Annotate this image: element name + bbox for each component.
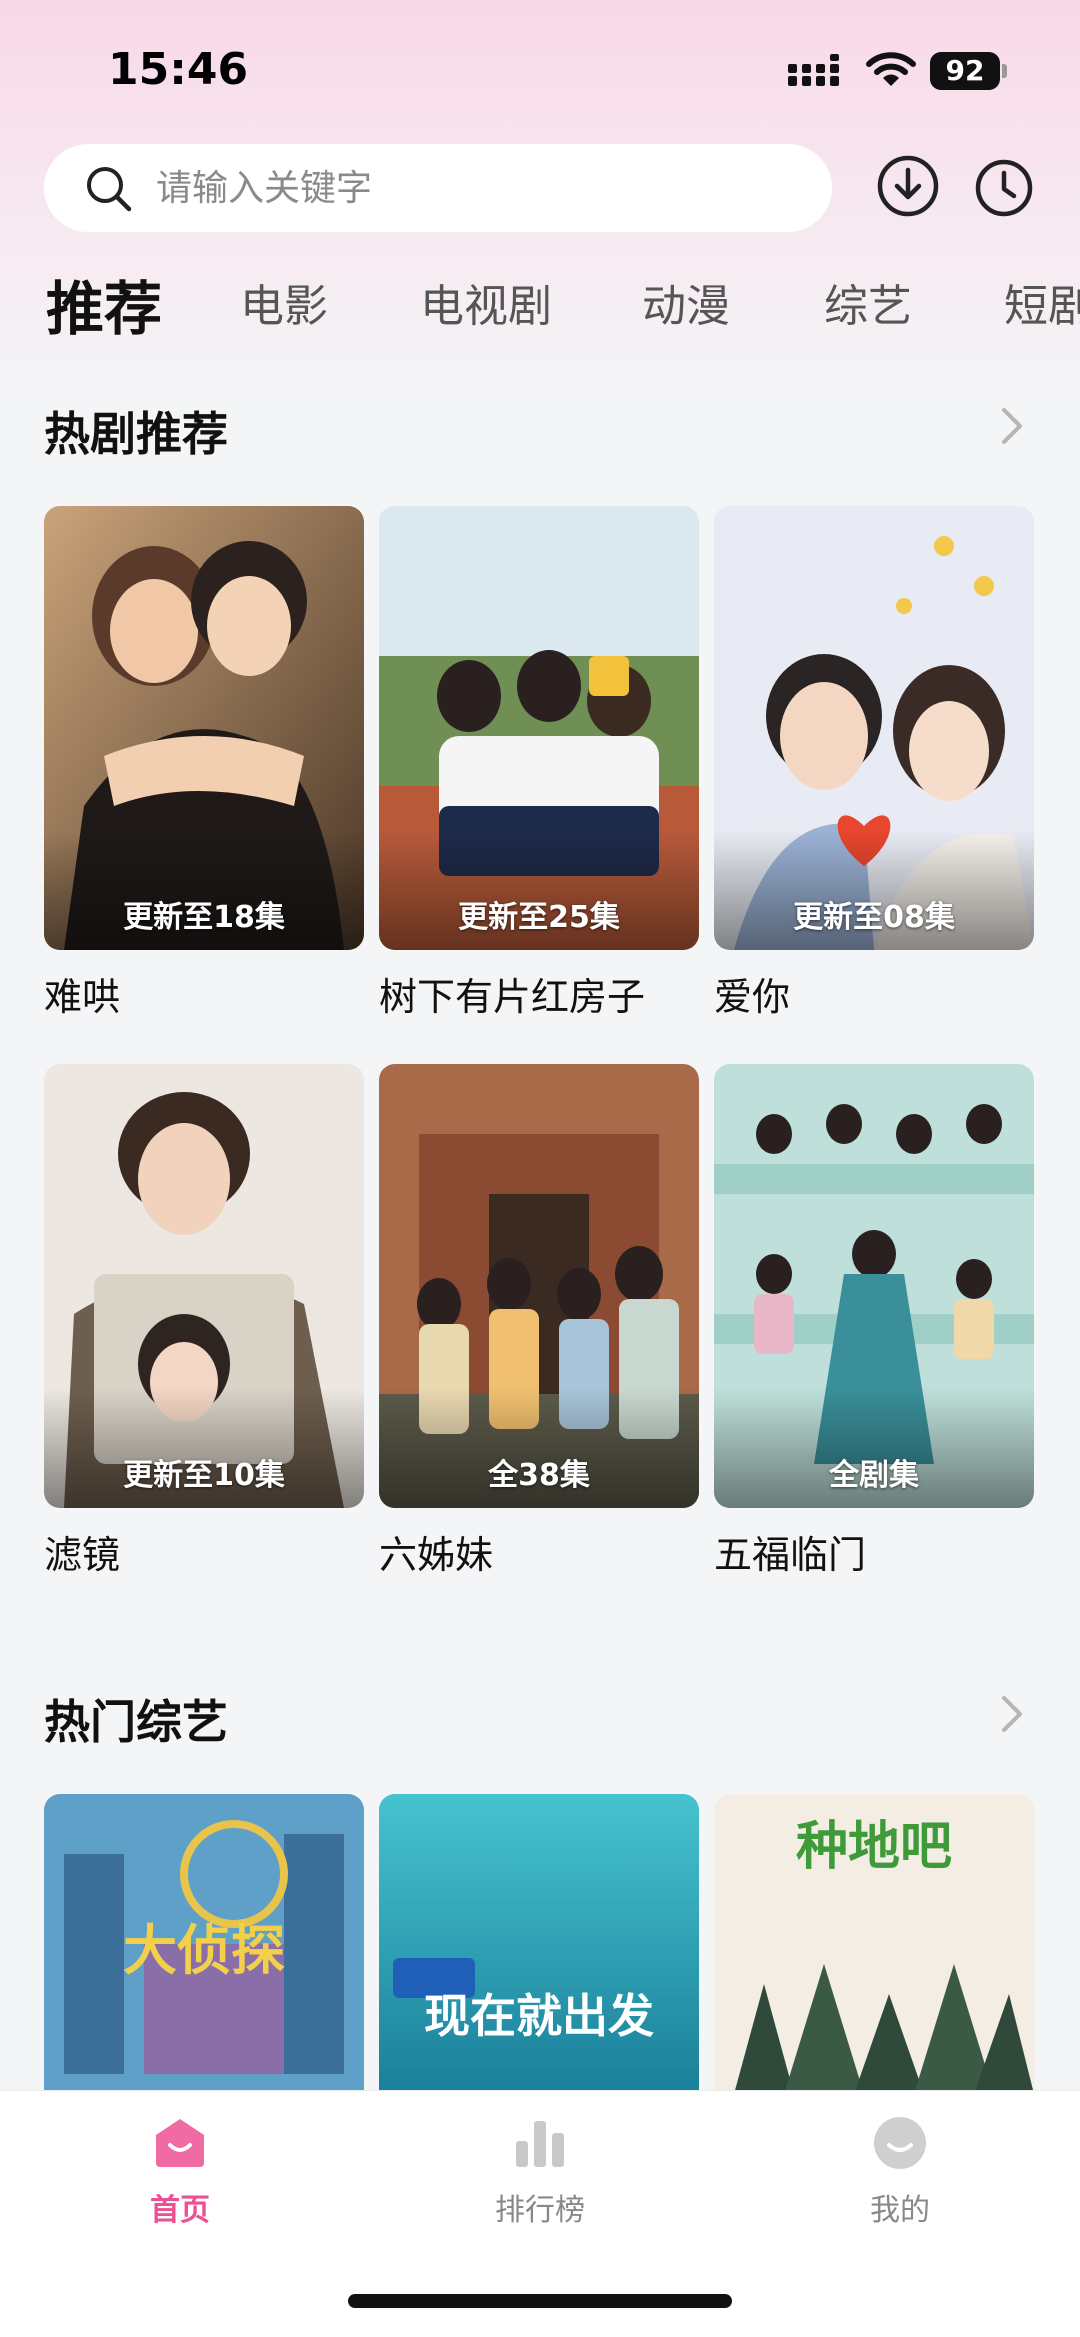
episode-badge: 更新至08集 xyxy=(793,900,955,935)
drama-title[interactable]: 五福临门 xyxy=(714,1524,1034,1579)
variety-poster-text: 现在就出发 xyxy=(424,1989,654,2043)
tab-recommended[interactable]: 推荐 xyxy=(46,270,162,346)
variety-poster[interactable]: 种地吧 xyxy=(714,1794,1034,2094)
tab-variety[interactable]: 综艺 xyxy=(824,270,912,334)
variety-poster-text: 种地吧 xyxy=(796,1817,952,1877)
history-icon[interactable] xyxy=(974,158,1034,218)
poster-image[interactable]: 更新至10集 xyxy=(44,1064,364,1508)
variety-poster[interactable]: 现在就出发 xyxy=(379,1794,699,2094)
category-tabs: 推荐 电影 电视剧 动漫 综艺 短剧 xyxy=(0,270,1080,350)
drama-title[interactable]: 爱你 xyxy=(714,966,1034,1021)
episode-badge: 更新至25集 xyxy=(458,900,620,935)
poster-image[interactable]: 全38集 xyxy=(379,1064,699,1508)
nav-home[interactable]: 首页 xyxy=(80,2115,280,2229)
chevron-right-icon[interactable] xyxy=(996,1692,1028,1736)
nav-label-profile: 我的 xyxy=(870,2193,930,2228)
battery-icon: 92 xyxy=(930,52,1000,90)
drama-card[interactable]: 更新至08集 爱你 xyxy=(714,506,1034,1021)
poster-image[interactable]: 更新至18集 xyxy=(44,506,364,950)
wifi-icon xyxy=(866,52,916,86)
section-title-hot-dramas: 热剧推荐 xyxy=(44,407,228,461)
drama-card[interactable]: 更新至10集 滤镜 xyxy=(44,1064,364,1579)
poster-art: 现在就出发 xyxy=(379,1794,699,2094)
search-input[interactable] xyxy=(156,162,776,214)
status-bar: 15:46 92 xyxy=(0,0,1080,140)
drama-card[interactable]: 更新至25集 树下有片红房子 xyxy=(379,506,699,1021)
drama-title[interactable]: 六姊妹 xyxy=(379,1524,699,1579)
battery-cap xyxy=(1002,64,1007,78)
tab-short-drama[interactable]: 短剧 xyxy=(1004,270,1080,334)
home-indicator xyxy=(348,2294,732,2308)
drama-title[interactable]: 滤镜 xyxy=(44,1524,364,1579)
drama-card[interactable]: 全38集 六姊妹 xyxy=(379,1064,699,1579)
tab-tv-series[interactable]: 电视剧 xyxy=(420,270,552,334)
signal-icon xyxy=(788,54,839,86)
drama-card[interactable]: 全剧集 五福临门 xyxy=(714,1064,1034,1579)
home-icon xyxy=(156,2119,204,2167)
tab-anime[interactable]: 动漫 xyxy=(642,270,730,334)
profile-icon xyxy=(874,2117,926,2169)
poster-art: 种地吧 xyxy=(714,1794,1034,2094)
variety-poster-text: 大侦探 xyxy=(123,1919,285,1982)
poster-image[interactable]: 全剧集 xyxy=(714,1064,1034,1508)
nav-ranking[interactable]: 排行榜 xyxy=(440,2115,640,2229)
episode-badge: 更新至18集 xyxy=(123,900,285,935)
status-time: 15:46 xyxy=(108,44,249,95)
download-icon[interactable] xyxy=(876,154,940,218)
drama-title[interactable]: 树下有片红房子 xyxy=(379,966,699,1021)
episode-badge: 全剧集 xyxy=(829,1458,919,1493)
search-bar[interactable] xyxy=(44,144,832,232)
variety-poster[interactable]: 大侦探 xyxy=(44,1794,364,2094)
episode-badge: 全38集 xyxy=(488,1458,590,1493)
search-icon xyxy=(87,167,132,212)
tab-movies[interactable]: 电影 xyxy=(240,270,328,334)
nav-label-ranking: 排行榜 xyxy=(495,2193,585,2228)
poster-art: 大侦探 xyxy=(44,1794,364,2094)
section-title-hot-variety: 热门综艺 xyxy=(44,1695,228,1749)
poster-image[interactable]: 更新至25集 xyxy=(379,506,699,950)
poster-image[interactable]: 更新至08集 xyxy=(714,506,1034,950)
drama-title[interactable]: 难哄 xyxy=(44,966,364,1021)
nav-label-home: 首页 xyxy=(150,2193,210,2228)
chevron-right-icon[interactable] xyxy=(996,404,1028,448)
nav-profile[interactable]: 我的 xyxy=(800,2115,1000,2229)
ranking-icon xyxy=(516,2121,564,2167)
drama-card[interactable]: 更新至18集 难哄 xyxy=(44,506,364,1021)
episode-badge: 更新至10集 xyxy=(123,1458,285,1493)
